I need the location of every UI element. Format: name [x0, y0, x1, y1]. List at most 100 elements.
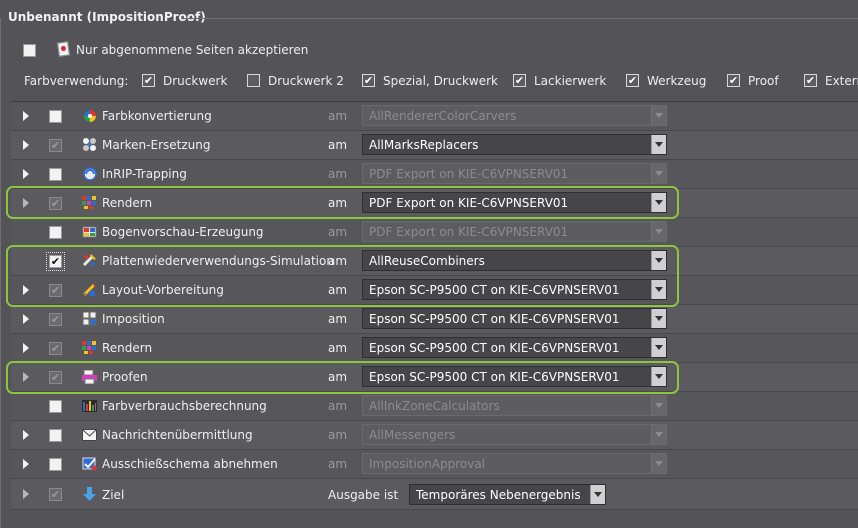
- step-checkbox[interactable]: [49, 168, 62, 181]
- chevron-down-icon[interactable]: [651, 222, 666, 241]
- panel-divider: [182, 18, 858, 19]
- expand-arrow-icon[interactable]: [23, 459, 29, 469]
- expand-arrow-icon[interactable]: [23, 140, 29, 150]
- chevron-down-icon[interactable]: [651, 309, 666, 328]
- step-row-proofen: ✔ Proofen am Epson SC-P9500 CT on KIE-C6…: [11, 363, 858, 392]
- step-device-select[interactable]: AllRendererColorCarvers: [362, 105, 667, 126]
- step-checkbox[interactable]: ✔: [49, 342, 62, 355]
- step-row-ausschiessschema: Ausschießschema abnehmen am ImpositionAp…: [11, 450, 858, 479]
- step-device-value: ImpositionApproval: [369, 457, 486, 471]
- panel-frame: [0, 18, 1, 528]
- render-icon: [82, 340, 97, 355]
- step-checkbox[interactable]: ✔: [49, 313, 62, 326]
- step-device-value: Epson SC-P9500 CT on KIE-C6VPNSERV01: [369, 283, 620, 297]
- target-output-select[interactable]: Temporäres Nebenergebnis: [409, 484, 606, 505]
- step-checkbox[interactable]: [49, 458, 62, 471]
- step-device-value: Epson SC-P9500 CT on KIE-C6VPNSERV01: [369, 341, 620, 355]
- step-device-select[interactable]: Epson SC-P9500 CT on KIE-C6VPNSERV01: [362, 308, 667, 329]
- accept-checkbox[interactable]: [23, 44, 36, 57]
- chevron-down-icon[interactable]: [651, 396, 666, 415]
- expand-arrow-icon[interactable]: [23, 285, 29, 295]
- chevron-down-icon[interactable]: [590, 485, 605, 504]
- chevron-down-icon[interactable]: [651, 135, 666, 154]
- chevron-down-icon[interactable]: [651, 106, 666, 125]
- expand-arrow-icon[interactable]: [23, 430, 29, 440]
- step-device-select[interactable]: AllInkZoneCalculators: [362, 395, 667, 416]
- step-device-select[interactable]: PDF Export on KIE-C6VPNSERV01: [362, 192, 667, 213]
- proof-icon: [82, 369, 97, 384]
- chevron-down-icon[interactable]: [651, 338, 666, 357]
- step-device-value: PDF Export on KIE-C6VPNSERV01: [369, 196, 569, 210]
- chevron-down-icon[interactable]: [651, 280, 666, 299]
- imposition-icon: [82, 311, 97, 326]
- step-device-select[interactable]: Epson SC-P9500 CT on KIE-C6VPNSERV01: [362, 366, 667, 387]
- color-usage-checkbox-lackierwerk[interactable]: ✔: [513, 74, 526, 87]
- step-row-farbverbrauch: Farbverbrauchsberechnung am AllInkZoneCa…: [11, 392, 858, 421]
- color-usage-checkbox-proof[interactable]: ✔: [727, 74, 740, 87]
- step-device-select[interactable]: AllMarksReplacers: [362, 134, 667, 155]
- step-device-value: AllReuseCombiners: [369, 254, 485, 268]
- step-am-label: am: [328, 457, 348, 471]
- panel-title: Unbenannt (ImpositionProof): [8, 10, 206, 24]
- color-usage-label-druckwerk2: Druckwerk 2: [268, 74, 344, 88]
- step-device-value: AllRendererColorCarvers: [369, 109, 517, 123]
- step-am-label: am: [328, 196, 348, 210]
- step-checkbox[interactable]: ✔: [46, 252, 65, 271]
- step-device-select[interactable]: PDF Export on KIE-C6VPNSERV01: [362, 163, 667, 184]
- expand-arrow-icon[interactable]: [23, 111, 29, 121]
- step-device-select[interactable]: AllMessengers: [362, 424, 667, 445]
- step-device-select[interactable]: AllReuseCombiners: [362, 250, 667, 271]
- color-usage-checkbox-druckwerk2[interactable]: [247, 74, 260, 87]
- expand-arrow-icon[interactable]: [23, 372, 29, 382]
- step-device-value: AllInkZoneCalculators: [369, 399, 500, 413]
- layout-prep-icon: [82, 282, 97, 297]
- target-output-value: Temporäres Nebenergebnis: [416, 488, 581, 502]
- step-device-value: PDF Export on KIE-C6VPNSERV01: [369, 167, 569, 181]
- accept-label: Nur abgenommene Seiten akzeptieren: [76, 43, 309, 57]
- chevron-down-icon[interactable]: [651, 251, 666, 270]
- step-am-label: am: [328, 399, 348, 413]
- expand-arrow-icon[interactable]: [23, 314, 29, 324]
- color-usage-checkbox-druckwerk[interactable]: ✔: [142, 74, 155, 87]
- step-device-value: PDF Export on KIE-C6VPNSERV01: [369, 225, 569, 239]
- color-usage-label-spezial: Spezial, Druckwerk: [383, 74, 498, 88]
- color-usage-label-druckwerk: Druckwerk: [163, 74, 228, 88]
- chevron-down-icon[interactable]: [651, 454, 666, 473]
- step-row-rendern-2: ✔ Rendern am Epson SC-P9500 CT on KIE-C6…: [11, 334, 858, 363]
- step-checkbox[interactable]: ✔: [49, 371, 62, 384]
- step-device-select[interactable]: Epson SC-P9500 CT on KIE-C6VPNSERV01: [362, 337, 667, 358]
- step-device-select[interactable]: PDF Export on KIE-C6VPNSERV01: [362, 221, 667, 242]
- step-checkbox[interactable]: [49, 429, 62, 442]
- color-usage-label-externe: Externe: [825, 74, 858, 88]
- color-usage-label: Farbverwendung:: [24, 74, 129, 88]
- chevron-down-icon[interactable]: [651, 367, 666, 386]
- step-checkbox[interactable]: ✔: [49, 197, 62, 210]
- step-checkbox[interactable]: [49, 110, 62, 123]
- message-icon: [82, 427, 97, 442]
- color-usage-checkbox-spezial[interactable]: ✔: [362, 74, 375, 87]
- ink-calc-icon: [82, 398, 97, 413]
- step-device-select[interactable]: ImpositionApproval: [362, 453, 667, 474]
- step-name: Rendern: [102, 341, 153, 355]
- expand-arrow-icon[interactable]: [23, 169, 29, 179]
- chevron-down-icon[interactable]: [651, 164, 666, 183]
- target-output-label: Ausgabe ist: [328, 488, 399, 502]
- step-checkbox[interactable]: ✔: [49, 284, 62, 297]
- expand-arrow-icon[interactable]: [23, 343, 29, 353]
- step-am-label: am: [328, 428, 348, 442]
- chevron-down-icon[interactable]: [651, 193, 666, 212]
- expand-arrow-icon[interactable]: [23, 198, 29, 208]
- chevron-down-icon[interactable]: [651, 425, 666, 444]
- step-device-select[interactable]: Epson SC-P9500 CT on KIE-C6VPNSERV01: [362, 279, 667, 300]
- step-name: Ausschießschema abnehmen: [102, 457, 278, 471]
- step-checkbox[interactable]: [49, 400, 62, 413]
- step-am-label: am: [328, 370, 348, 384]
- step-checkbox[interactable]: [49, 226, 62, 239]
- expand-arrow-icon[interactable]: [23, 489, 29, 499]
- step-checkbox[interactable]: ✔: [49, 139, 62, 152]
- target-checkbox[interactable]: ✔: [49, 488, 62, 501]
- color-usage-checkbox-werkzeug[interactable]: ✔: [626, 74, 639, 87]
- color-usage-checkbox-externe[interactable]: ✔: [804, 74, 817, 87]
- step-row-rendern: ✔ Rendern am PDF Export on KIE-C6VPNSERV…: [11, 189, 858, 218]
- step-row-marken-ersetzung: ✔ Marken-Ersetzung am AllMarksReplacers: [11, 131, 858, 160]
